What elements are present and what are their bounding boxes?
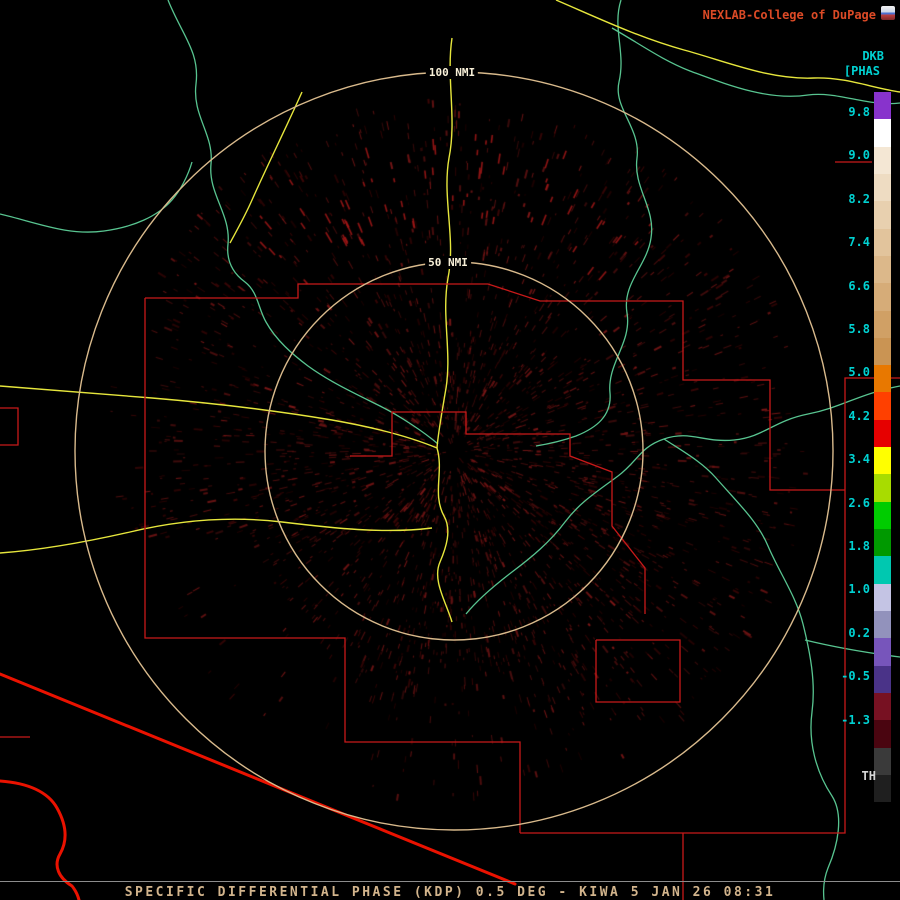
highway-path xyxy=(437,448,452,622)
river-lines xyxy=(0,0,900,900)
colorbar-ticks: 9.8 9.0 8.2 7.4 6.6 5.8 5.0 4.2 3.4 2.6 1.8 1.0 0.2 -… xyxy=(810,0,900,900)
county-path xyxy=(145,284,845,490)
colorbar-tick-label: 9.0 xyxy=(822,149,870,161)
highway-path xyxy=(230,92,302,243)
colorbar-tick-label: 9.8 xyxy=(822,106,870,118)
colorbar-tick-label: 5.8 xyxy=(822,323,870,335)
colorbar-tick-label: 0.2 xyxy=(822,627,870,639)
colorbar-tick-label: 2.6 xyxy=(822,497,870,509)
status-bar-text: SPECIFIC DIFFERENTIAL PHASE (KDP) 0.5 DE… xyxy=(0,885,900,900)
range-ring-50nmi xyxy=(265,262,643,640)
colorbar-threshold-label: TH xyxy=(862,769,876,783)
radar-display: 100 NMI 50 NMI NEXLAB-College of DuPage … xyxy=(0,0,900,900)
colorbar-tick-label: 8.2 xyxy=(822,193,870,205)
range-rings xyxy=(75,72,833,830)
county-path xyxy=(145,298,520,833)
range-ring-50nmi-label: 50 NMI xyxy=(425,256,471,269)
highway-path xyxy=(437,38,452,448)
colorbar-tick-label: 1.8 xyxy=(822,540,870,552)
colorbar-tick-label: 5.0 xyxy=(822,366,870,378)
colorbar-tick-label: -0.5 xyxy=(822,670,870,682)
range-ring-100nmi-label: 100 NMI xyxy=(426,66,478,79)
river-path xyxy=(0,162,192,232)
colorbar-tick-label: 1.0 xyxy=(822,583,870,595)
highway-lines xyxy=(0,0,900,622)
colorbar-tick-label: -1.3 xyxy=(822,714,870,726)
river-path xyxy=(168,0,438,444)
county-path xyxy=(0,408,18,445)
colorbar-tick-label: 6.6 xyxy=(822,280,870,292)
status-separator-line xyxy=(0,881,900,882)
state-border-lines xyxy=(0,674,515,900)
border-path xyxy=(0,781,79,900)
county-path xyxy=(596,640,680,702)
highway-path xyxy=(0,519,432,553)
range-ring-100nmi xyxy=(75,72,833,830)
colorbar-tick-label: 4.2 xyxy=(822,410,870,422)
border-path xyxy=(0,674,515,884)
colorbar-tick-label: 7.4 xyxy=(822,236,870,248)
colorbar-tick-label: 3.4 xyxy=(822,453,870,465)
map-overlay-svg xyxy=(0,0,900,900)
highway-path xyxy=(0,386,437,448)
river-path xyxy=(536,0,652,446)
